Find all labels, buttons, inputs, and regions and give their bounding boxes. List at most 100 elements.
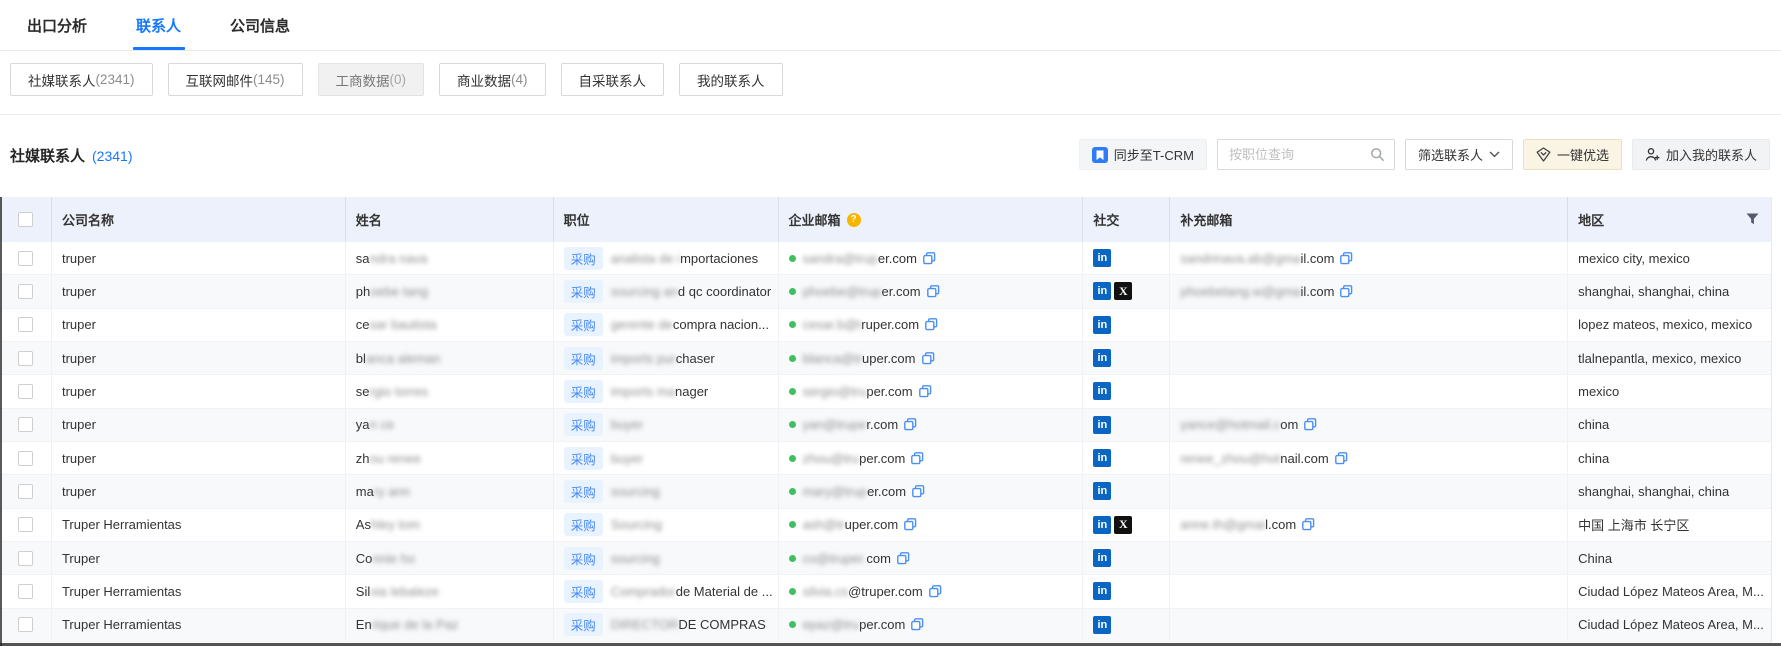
linkedin-icon[interactable]: in — [1093, 416, 1111, 434]
region-cell: tlalnepantla, mexico, mexico — [1568, 342, 1771, 374]
diamond-check-icon — [1536, 147, 1551, 162]
top-tab-bar: 出口分析 联系人 公司信息 — [0, 0, 1781, 51]
copy-extra-email-icon[interactable] — [1302, 518, 1315, 531]
copy-email-icon[interactable] — [897, 552, 910, 565]
name-redacted: ou renee — [370, 451, 421, 466]
row-checkbox[interactable] — [18, 317, 33, 332]
tab-contacts[interactable]: 联系人 — [136, 0, 181, 50]
copy-email-icon[interactable] — [911, 618, 924, 631]
filter-commercial-data[interactable]: 商业数据(4) — [439, 63, 546, 96]
region-text: mexico city, mexico — [1578, 251, 1690, 266]
copy-email-icon[interactable] — [904, 518, 917, 531]
social-cell: in — [1083, 409, 1170, 441]
row-checkbox[interactable] — [18, 484, 33, 499]
linkedin-icon[interactable]: in — [1093, 582, 1111, 600]
filter-my-contacts[interactable]: 我的联系人 — [679, 63, 783, 96]
region-text: Ciudad López Mateos Area, M... — [1578, 617, 1764, 632]
copy-email-icon[interactable] — [912, 485, 925, 498]
row-checkbox[interactable] — [18, 551, 33, 566]
copy-email-icon[interactable] — [929, 585, 942, 598]
linkedin-icon[interactable]: in — [1093, 482, 1111, 500]
copy-extra-email-icon[interactable] — [1340, 252, 1353, 265]
linkedin-icon[interactable]: in — [1093, 449, 1111, 467]
sync-to-tcrm-button[interactable]: 同步至T-CRM — [1079, 139, 1207, 170]
linkedin-icon[interactable]: in — [1093, 516, 1111, 534]
position-search-box[interactable] — [1217, 139, 1395, 170]
company-name: truper — [62, 384, 96, 399]
linkedin-icon[interactable]: in — [1093, 349, 1111, 367]
copy-extra-email-icon[interactable] — [1304, 418, 1317, 431]
email-redacted: sergio@tru — [803, 384, 867, 399]
linkedin-icon[interactable]: in — [1093, 282, 1111, 300]
name-cell: zhou renee — [346, 442, 554, 474]
company-email-cell: cesar.b@truper.com — [779, 309, 1084, 341]
row-checkbox[interactable] — [18, 451, 33, 466]
linkedin-icon[interactable]: in — [1093, 549, 1111, 567]
region-cell: Ciudad López Mateos Area, M... — [1568, 575, 1771, 607]
row-checkbox[interactable] — [18, 617, 33, 632]
row-checkbox[interactable] — [18, 284, 33, 299]
email-visible: per.com — [866, 384, 912, 399]
extra-email-cell — [1170, 542, 1568, 574]
tab-company-info[interactable]: 公司信息 — [230, 0, 290, 50]
tab-export-analysis[interactable]: 出口分析 — [27, 0, 87, 50]
position-redacted: DIRECTOR — [611, 617, 679, 632]
row-checkbox[interactable] — [18, 517, 33, 532]
linkedin-icon[interactable]: in — [1093, 382, 1111, 400]
email-redacted: mary@trup — [803, 484, 868, 499]
table-row: truperblanca aleman采购imports purchaserbl… — [0, 342, 1771, 375]
copy-email-icon[interactable] — [925, 318, 938, 331]
region-text: lopez mateos, mexico, mexico — [1578, 317, 1752, 332]
filter-social-media-contacts[interactable]: 社媒联系人(2341) — [10, 63, 153, 96]
name-visible: ya — [356, 417, 370, 432]
position-search-input[interactable] — [1227, 146, 1370, 163]
filter-business-registry-data[interactable]: 工商数据(0) — [318, 63, 425, 96]
help-icon[interactable]: ? — [847, 213, 861, 227]
table-header-row: 公司名称 姓名 职位 企业邮箱 ? 社交 补充邮箱 地区 — [0, 197, 1771, 242]
linkedin-icon[interactable]: in — [1093, 316, 1111, 334]
company-name: truper — [62, 284, 96, 299]
copy-extra-email-icon[interactable] — [1335, 452, 1348, 465]
region-text: 中国 上海市 长宁区 — [1578, 515, 1689, 534]
name-redacted: oebe tang — [370, 284, 428, 299]
add-to-my-contacts-button[interactable]: 加入我的联系人 — [1632, 139, 1770, 170]
social-icons: in — [1093, 416, 1111, 434]
company-email-cell: mary@truper.com — [779, 475, 1084, 507]
x-twitter-icon[interactable]: X — [1114, 282, 1132, 300]
search-icon[interactable] — [1370, 147, 1385, 162]
select-all-checkbox[interactable] — [18, 212, 33, 227]
position-redacted: sourcing — [611, 484, 660, 499]
region-cell: mexico — [1568, 375, 1771, 407]
linkedin-icon[interactable]: in — [1093, 249, 1111, 267]
linkedin-icon[interactable]: in — [1093, 616, 1111, 634]
row-checkbox[interactable] — [18, 417, 33, 432]
company-email-cell: blanca@truper.com — [779, 342, 1084, 374]
filter-self-collected-contacts[interactable]: 自采联系人 — [561, 63, 665, 96]
position-cell: 采购buyer — [554, 442, 779, 474]
email-visible: uper.com — [845, 517, 898, 532]
name-redacted: anca aleman — [366, 351, 440, 366]
name-visible: Co — [356, 551, 373, 566]
company-cell: truper — [52, 409, 346, 441]
row-checkbox[interactable] — [18, 384, 33, 399]
name-redacted: nnie ho — [372, 551, 415, 566]
row-checkbox[interactable] — [18, 251, 33, 266]
copy-email-icon[interactable] — [922, 352, 935, 365]
region-filter-funnel-icon[interactable] — [1746, 213, 1759, 225]
row-checkbox[interactable] — [18, 351, 33, 366]
name-redacted: n ce — [370, 417, 395, 432]
row-checkbox[interactable] — [18, 584, 33, 599]
filter-internet-email[interactable]: 互联网邮件(145) — [168, 63, 303, 96]
verified-dot-icon — [789, 588, 796, 595]
filter-contacts-dropdown[interactable]: 筛选联系人 — [1405, 139, 1513, 170]
copy-email-icon[interactable] — [904, 418, 917, 431]
copy-email-icon[interactable] — [927, 285, 940, 298]
copy-extra-email-icon[interactable] — [1340, 285, 1353, 298]
company-name: truper — [62, 251, 96, 266]
copy-email-icon[interactable] — [911, 452, 924, 465]
copy-email-icon[interactable] — [923, 252, 936, 265]
company-name: Truper Herramientas — [62, 584, 181, 599]
one-click-optimize-button[interactable]: 一键优选 — [1523, 139, 1622, 170]
copy-email-icon[interactable] — [919, 385, 932, 398]
x-twitter-icon[interactable]: X — [1114, 516, 1132, 534]
